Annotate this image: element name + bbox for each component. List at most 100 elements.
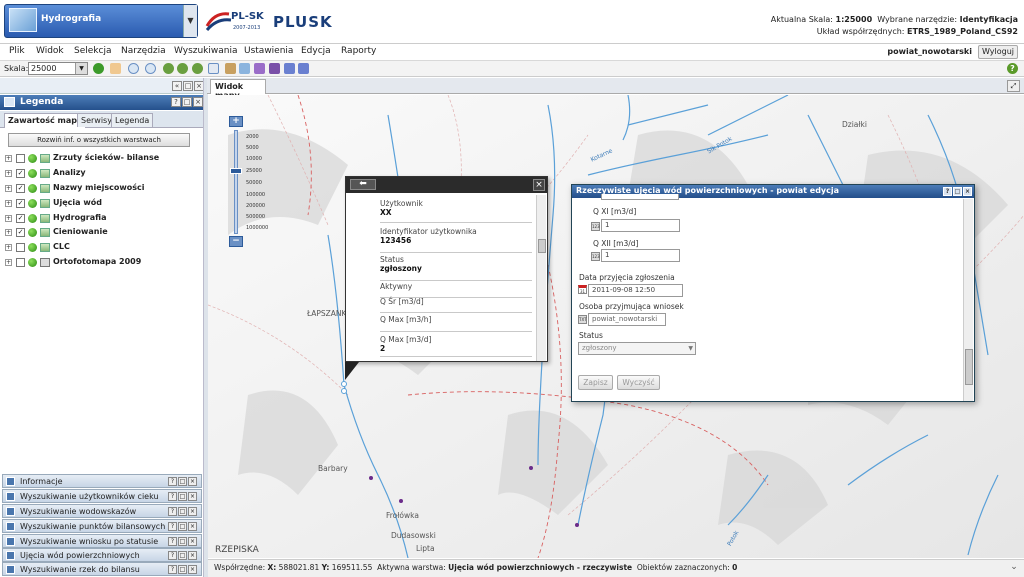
panel-surface-water-intakes[interactable]: Ujęcia wód powierzchniowych ? □ ×: [2, 548, 202, 562]
restore-icon[interactable]: □: [182, 97, 192, 107]
chevron-down-icon[interactable]: ▼: [688, 343, 693, 354]
menu-item-selekcja[interactable]: Selekcja: [74, 46, 111, 56]
layer-checkbox[interactable]: [16, 154, 25, 163]
previous-extent-icon[interactable]: [177, 63, 188, 74]
info-tool-icon[interactable]: [93, 63, 104, 74]
app-selector[interactable]: Hydrografia ▼: [4, 4, 198, 38]
zoom-slider[interactable]: + −: [229, 116, 243, 248]
select-rectangle-icon[interactable]: [208, 63, 219, 74]
close-icon[interactable]: ×: [188, 507, 197, 516]
help-icon[interactable]: ?: [168, 537, 177, 546]
status-select[interactable]: zgłoszony ▼: [578, 342, 696, 355]
date-input[interactable]: 2011-09-08 12:50: [588, 284, 683, 297]
restore-icon[interactable]: □: [178, 492, 187, 501]
report-icon[interactable]: [298, 63, 309, 74]
layer-checkbox[interactable]: ✓: [16, 214, 25, 223]
help-icon[interactable]: ?: [171, 97, 181, 107]
restore-icon[interactable]: □: [178, 477, 187, 486]
help-icon[interactable]: ?: [943, 187, 952, 196]
export-icon[interactable]: [284, 63, 295, 74]
help-icon[interactable]: ?: [168, 551, 177, 560]
menu-item-widok[interactable]: Widok: [36, 46, 64, 56]
zoom-in-icon[interactable]: [128, 63, 139, 74]
layer-checkbox[interactable]: ✓: [16, 199, 25, 208]
table-icon[interactable]: [225, 63, 236, 74]
menu-item-narzedzia[interactable]: Narzędzia: [121, 46, 166, 56]
restore-icon[interactable]: □: [178, 537, 187, 546]
close-icon[interactable]: ×: [188, 492, 197, 501]
close-icon[interactable]: ×: [533, 179, 545, 191]
restore-icon[interactable]: □: [178, 522, 187, 531]
next-extent-icon[interactable]: [192, 63, 203, 74]
layer-checkbox[interactable]: ✓: [16, 184, 25, 193]
tab-map-view[interactable]: Widok mapy: [210, 79, 266, 100]
help-icon[interactable]: ?: [168, 492, 177, 501]
expand-icon[interactable]: +: [5, 170, 12, 177]
panel-informacje[interactable]: Informacje ? □ ×: [2, 474, 202, 488]
help-icon[interactable]: ?: [168, 507, 177, 516]
restore-icon[interactable]: □: [178, 565, 187, 574]
panel-search-users[interactable]: Wyszukiwanie użytkowników cieku ? □ ×: [2, 489, 202, 503]
help-icon[interactable]: ?: [168, 477, 177, 486]
zoom-rail[interactable]: [234, 130, 238, 234]
layer-checkbox[interactable]: ✓: [16, 228, 25, 237]
collapse-icon[interactable]: «: [172, 81, 182, 91]
tab-legend[interactable]: Legenda: [111, 113, 154, 127]
expand-icon[interactable]: +: [5, 155, 12, 162]
back-arrow-icon[interactable]: ⬅: [350, 179, 376, 190]
pan-hand-icon[interactable]: [110, 63, 121, 74]
restore-icon[interactable]: □: [178, 507, 187, 516]
edit-pencil-icon[interactable]: [239, 63, 250, 74]
expand-icon[interactable]: +: [5, 185, 12, 192]
help-icon[interactable]: ?: [168, 565, 177, 574]
calendar-icon[interactable]: 31: [578, 285, 587, 294]
menu-item-plik[interactable]: Plik: [9, 46, 25, 56]
q12-input[interactable]: 1: [601, 249, 680, 262]
q11-input[interactable]: 1: [601, 219, 680, 232]
zoom-out-icon[interactable]: [145, 63, 156, 74]
chevron-down-icon[interactable]: ▼: [75, 63, 87, 74]
full-extent-icon[interactable]: [163, 63, 174, 74]
expand-icon[interactable]: +: [5, 200, 12, 207]
layer-checkbox[interactable]: [16, 258, 25, 267]
close-icon[interactable]: ×: [193, 97, 203, 107]
close-icon[interactable]: ×: [963, 187, 972, 196]
restore-icon[interactable]: □: [178, 551, 187, 560]
close-icon[interactable]: ×: [188, 565, 197, 574]
menu-item-wyszukiwania[interactable]: Wyszukiwania: [174, 46, 238, 56]
expand-icon[interactable]: +: [5, 215, 12, 222]
menu-item-ustawienia[interactable]: Ustawienia: [244, 46, 293, 56]
restore-icon[interactable]: □: [953, 187, 962, 196]
print-icon[interactable]: [269, 63, 280, 74]
expand-icon[interactable]: +: [5, 259, 12, 266]
zoom-knob[interactable]: [230, 168, 242, 174]
logout-button[interactable]: Wyloguj: [978, 45, 1018, 59]
tab-map-contents[interactable]: Zawartość mapy: [4, 113, 87, 128]
identify-scrollbar[interactable]: [536, 195, 546, 361]
help-icon[interactable]: ?: [1007, 63, 1018, 74]
scrollbar-thumb[interactable]: [965, 349, 973, 385]
menu-item-raporty[interactable]: Raporty: [341, 46, 376, 56]
chevron-down-icon[interactable]: ⌄: [1008, 561, 1020, 573]
person-input[interactable]: powiat_nowotarski: [588, 313, 666, 326]
close-icon[interactable]: ×: [188, 522, 197, 531]
panel-search-balance-points[interactable]: Wyszukiwanie punktów bilansowych ? □ ×: [2, 519, 202, 533]
help-icon[interactable]: ?: [168, 522, 177, 531]
panel-search-gauges[interactable]: Wyszukiwanie wodowskazów ? □ ×: [2, 504, 202, 518]
restore-icon[interactable]: □: [183, 81, 193, 91]
close-icon[interactable]: ×: [188, 551, 197, 560]
clear-button[interactable]: Wyczyść: [617, 375, 660, 390]
menu-item-edycja[interactable]: Edycja: [301, 46, 331, 56]
save-button[interactable]: Zapisz: [578, 375, 613, 390]
close-icon[interactable]: ×: [188, 477, 197, 486]
layer-checkbox[interactable]: [16, 243, 25, 252]
panel-search-status[interactable]: Wyszukiwanie wniosku po statusie ? □ ×: [2, 534, 202, 548]
scrollbar-thumb[interactable]: [538, 239, 546, 253]
chevron-down-icon[interactable]: ▼: [183, 5, 197, 37]
zoom-in-button[interactable]: +: [229, 116, 243, 127]
zoom-out-button[interactable]: −: [229, 236, 243, 247]
expand-icon[interactable]: +: [5, 229, 12, 236]
edit-window-scrollbar[interactable]: [963, 199, 973, 401]
scale-select[interactable]: 25000 ▼: [28, 62, 88, 75]
map-overview-icon[interactable]: ⤢: [1007, 80, 1020, 92]
